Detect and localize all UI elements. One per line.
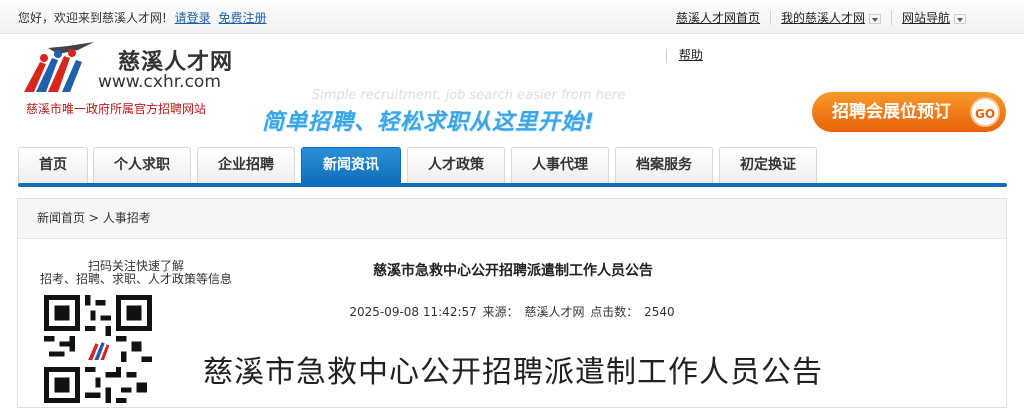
booth-booking-button[interactable]: 招聘会展位预订 GO xyxy=(812,92,1006,132)
my-account-link[interactable]: 我的慈溪人才网 xyxy=(781,9,865,26)
divider xyxy=(891,10,893,25)
welcome-text: 您好，欢迎来到慈溪人才网! xyxy=(18,11,167,25)
clicks-label: 点击数： xyxy=(590,305,639,319)
article-datetime: 2025-09-08 11:42:57 xyxy=(349,305,477,319)
go-icon: GO xyxy=(970,97,1000,127)
login-link[interactable]: 请登录 xyxy=(175,11,211,25)
nav-underline xyxy=(18,183,1007,187)
breadcrumb-home[interactable]: 新闻首页 xyxy=(37,211,85,225)
breadcrumb: 新闻首页 > 人事招考 xyxy=(18,199,1006,239)
article-source: 慈溪人才网 xyxy=(524,305,585,319)
divider xyxy=(770,10,772,25)
breadcrumb-separator: > xyxy=(88,211,99,225)
tab-certificate[interactable]: 初定换证 xyxy=(719,147,817,183)
tab-archive-service[interactable]: 档案服务 xyxy=(615,147,713,183)
slogan: 简单招聘、轻松求职从这里开始! xyxy=(262,110,596,135)
help-area: 帮助 xyxy=(666,46,703,63)
slogan-english: Simple recruitment, job search easier fr… xyxy=(312,88,626,103)
site-tagline: 慈溪市唯一政府所属官方招聘网站 xyxy=(26,102,207,116)
chevron-down-icon[interactable] xyxy=(954,13,967,24)
tab-recruitment[interactable]: 企业招聘 xyxy=(197,147,295,183)
article-clicks: 2540 xyxy=(644,305,675,319)
site-url: www.cxhr.com xyxy=(98,72,221,92)
help-link[interactable]: 帮助 xyxy=(679,48,703,62)
source-label: 来源： xyxy=(482,305,519,319)
divider xyxy=(666,48,667,63)
breadcrumb-current[interactable]: 人事招考 xyxy=(103,211,151,225)
tab-talent-policy[interactable]: 人才政策 xyxy=(407,147,505,183)
article-heading: 慈溪市急救中心公开招聘派遣制工作人员公告 xyxy=(203,355,823,390)
tab-news[interactable]: 新闻资讯 xyxy=(301,147,401,184)
article-title: 慈溪市急救中心公开招聘派遣制工作人员公告 xyxy=(373,263,653,279)
home-link[interactable]: 慈溪人才网首页 xyxy=(676,9,760,26)
content-panel: 新闻首页 > 人事招考 扫码关注快速了解 招考、招聘、求职、人才政策等信息 慈溪… xyxy=(17,198,1007,408)
tab-job-seeker[interactable]: 个人求职 xyxy=(93,147,191,183)
site-nav-link[interactable]: 网站导航 xyxy=(902,9,950,26)
main-nav: 首页 个人求职 企业招聘 新闻资讯 人才政策 人事代理 档案服务 初定换证 xyxy=(18,147,1007,187)
welcome-area: 您好，欢迎来到慈溪人才网! 请登录 免费注册 xyxy=(18,9,267,26)
top-links: 慈溪人才网首页 我的慈溪人才网 网站导航 xyxy=(676,9,967,26)
top-bar: 您好，欢迎来到慈溪人才网! 请登录 免费注册 慈溪人才网首页 我的慈溪人才网 网… xyxy=(0,0,1024,34)
site-logo[interactable]: 慈溪人才网 www.cxhr.com 慈溪市唯一政府所属官方招聘网站 xyxy=(18,40,238,120)
booth-booking-label: 招聘会展位预订 xyxy=(832,102,951,122)
chevron-down-icon[interactable] xyxy=(869,13,882,24)
logo-figures-icon xyxy=(24,42,94,92)
tab-personnel-agency[interactable]: 人事代理 xyxy=(511,147,609,183)
article-meta: 2025-09-08 11:42:57 来源： 慈溪人才网 点击数： 2540 xyxy=(18,303,1008,320)
tab-home[interactable]: 首页 xyxy=(18,147,88,183)
register-link[interactable]: 免费注册 xyxy=(218,11,266,25)
